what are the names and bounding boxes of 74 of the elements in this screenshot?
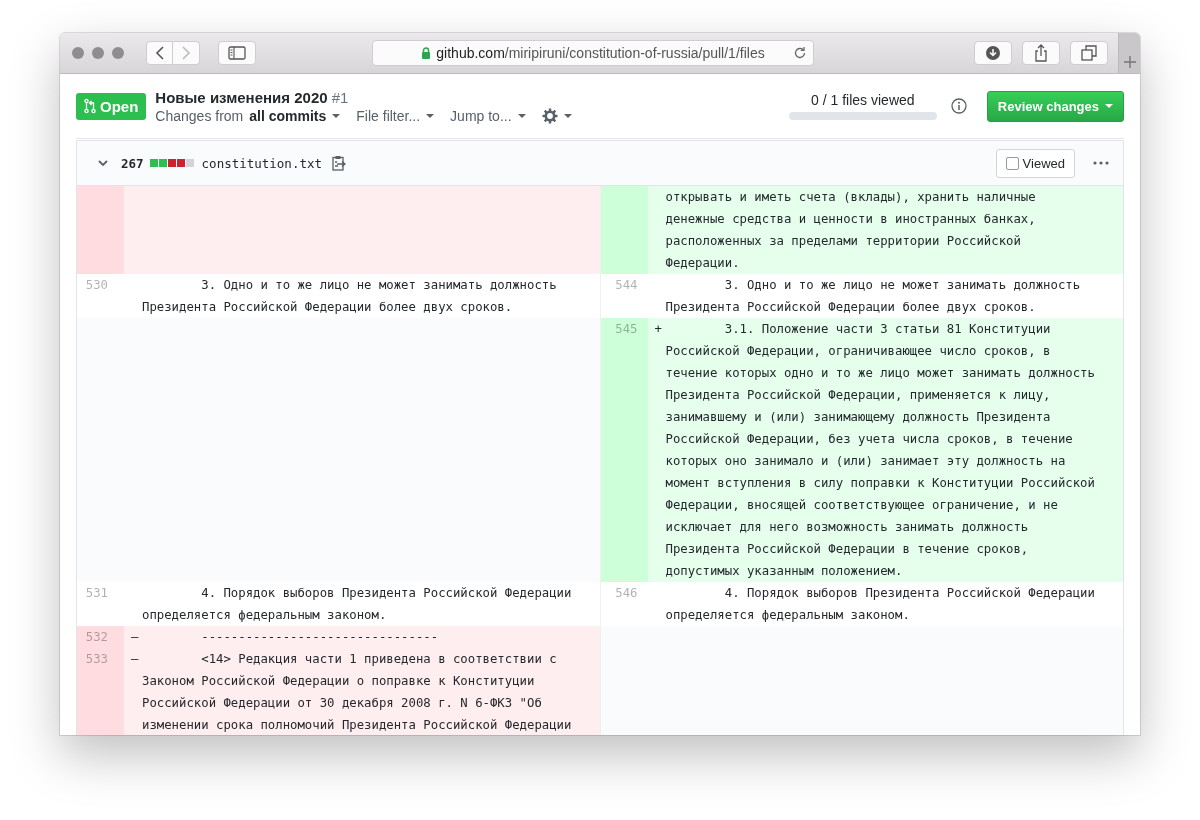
line-number: 533	[85, 652, 108, 666]
more-options-icon[interactable]	[1093, 161, 1109, 165]
code-line: Российской Федерации, без учета числа сроков, в течение	[665, 431, 1074, 448]
chevron-left-icon	[154, 45, 165, 61]
dropdown-menu[interactable]: Jump to...	[450, 107, 526, 124]
line-number: 546	[615, 586, 638, 600]
line-number: 545	[615, 322, 638, 336]
code-line: изменении срока полномочий Президента Российской Федерации	[142, 717, 573, 734]
close-window-icon[interactable]	[72, 47, 84, 59]
new-tab-button[interactable]	[1118, 33, 1140, 73]
file-name: constitution.txt	[201, 155, 322, 171]
code-line: <14> Редакция части 1 приведена в соответствии с	[200, 651, 558, 668]
plus-icon	[1122, 55, 1137, 69]
code-line: Федерации.	[665, 255, 741, 272]
code-line: Федерации, вносящей соответствующее ограничение, и не	[665, 497, 1059, 514]
code-line: расположенных за пределами территории Российской	[665, 233, 1022, 250]
pr-number: #1	[331, 88, 349, 106]
changes-from-menu[interactable]: Changes from all commits	[155, 107, 341, 124]
code-line: определяется федеральным законом.	[142, 607, 388, 624]
minimize-window-icon[interactable]	[92, 47, 104, 59]
tabs-button[interactable]	[1070, 41, 1108, 65]
pr-title: Новые изменения 2020	[155, 88, 328, 106]
address-bar[interactable]: github.com/miripiruni/constitution-of-russia/pull/1/files	[372, 40, 814, 66]
code-line: --------------------------------	[200, 629, 440, 646]
tabs-icon	[1081, 45, 1097, 61]
code-line: Президента Российской Федерации, применяется к лицу,	[665, 387, 1052, 404]
zoom-window-icon[interactable]	[112, 47, 124, 59]
code-line: Российской Федерации, ограничивающее число сроков, в	[665, 343, 1052, 360]
line-number: 532	[85, 630, 108, 644]
diffstat-bar	[149, 159, 194, 167]
diff-sign: –	[130, 630, 139, 644]
reload-icon[interactable]	[793, 46, 807, 60]
line-number: 530	[85, 278, 108, 292]
code-line: 4. Порядок выборов Президента Российской Федерации	[723, 585, 1096, 602]
lock-icon	[421, 47, 432, 59]
sidebar-icon	[228, 46, 246, 60]
diff-sign: –	[130, 652, 139, 666]
pr-state-badge: Open	[76, 92, 147, 120]
line-number: 544	[615, 278, 638, 292]
code-line: момент вступления в силу поправки к Конституции Российской	[665, 475, 1096, 492]
code-line: определяется федеральным законом.	[665, 607, 911, 624]
code-line: открывать и иметь счета (вклады), хранить наличные	[665, 189, 1037, 206]
share-button[interactable]	[1022, 41, 1060, 65]
share-icon	[1034, 44, 1048, 62]
code-line: 4. Порядок выборов Президента Российской Федерации	[200, 585, 573, 602]
diff-sign: +	[653, 322, 662, 336]
code-line: Президента Российской Федерации в течение сроков,	[665, 541, 1030, 558]
files-viewed-count: 0 / 1 files viewed	[811, 92, 915, 108]
code-line: которых оно занимало и (или) занимает эту должность на	[665, 453, 1067, 470]
download-button[interactable]	[974, 41, 1012, 65]
code-line: 3. Одно и то же лицо не может занимать должность	[200, 277, 558, 294]
chevron-icon[interactable]	[97, 157, 109, 169]
code-line: занимавшему и (или) занимающему должность Президента	[665, 409, 1052, 426]
code-line: допустимых указанным положением.	[665, 563, 904, 580]
dropdown-menu[interactable]: File filter...	[356, 107, 435, 124]
code-line: 3.1. Положение части 3 статьи 81 Конституции	[723, 321, 1052, 338]
viewed-checkbox-button[interactable]: Viewed	[995, 148, 1075, 178]
clipboard-icon[interactable]	[332, 155, 346, 171]
code-line: Президента Российской Федерации более двух сроков.	[142, 299, 514, 316]
line-number: 531	[85, 586, 108, 600]
code-line: 3. Одно и то же лицо не может занимать должность	[723, 277, 1082, 294]
settings-menu[interactable]	[541, 107, 572, 124]
download-icon	[985, 45, 1001, 61]
code-line: денежные средства и ценности в иностранных банках,	[665, 211, 1037, 228]
code-line: течение которых одно и то же лицо может занимать должность	[665, 365, 1096, 382]
sidebar-button[interactable]	[218, 41, 256, 65]
back-button[interactable]	[146, 41, 173, 65]
chevron-right-icon	[181, 45, 191, 61]
change-count: 267	[121, 155, 144, 171]
code-line: Президента Российской Федерации более двух сроков.	[665, 299, 1037, 316]
code-line: Российской Федерации от 30 декабря 2008 г. N 6-ФКЗ "Об	[142, 695, 543, 712]
code-line: Законом Российской Федерации о поправке к Конституции	[142, 673, 536, 690]
info-icon[interactable]	[950, 98, 967, 114]
code-line: исключает для него возможность занимать должность	[665, 519, 1030, 536]
